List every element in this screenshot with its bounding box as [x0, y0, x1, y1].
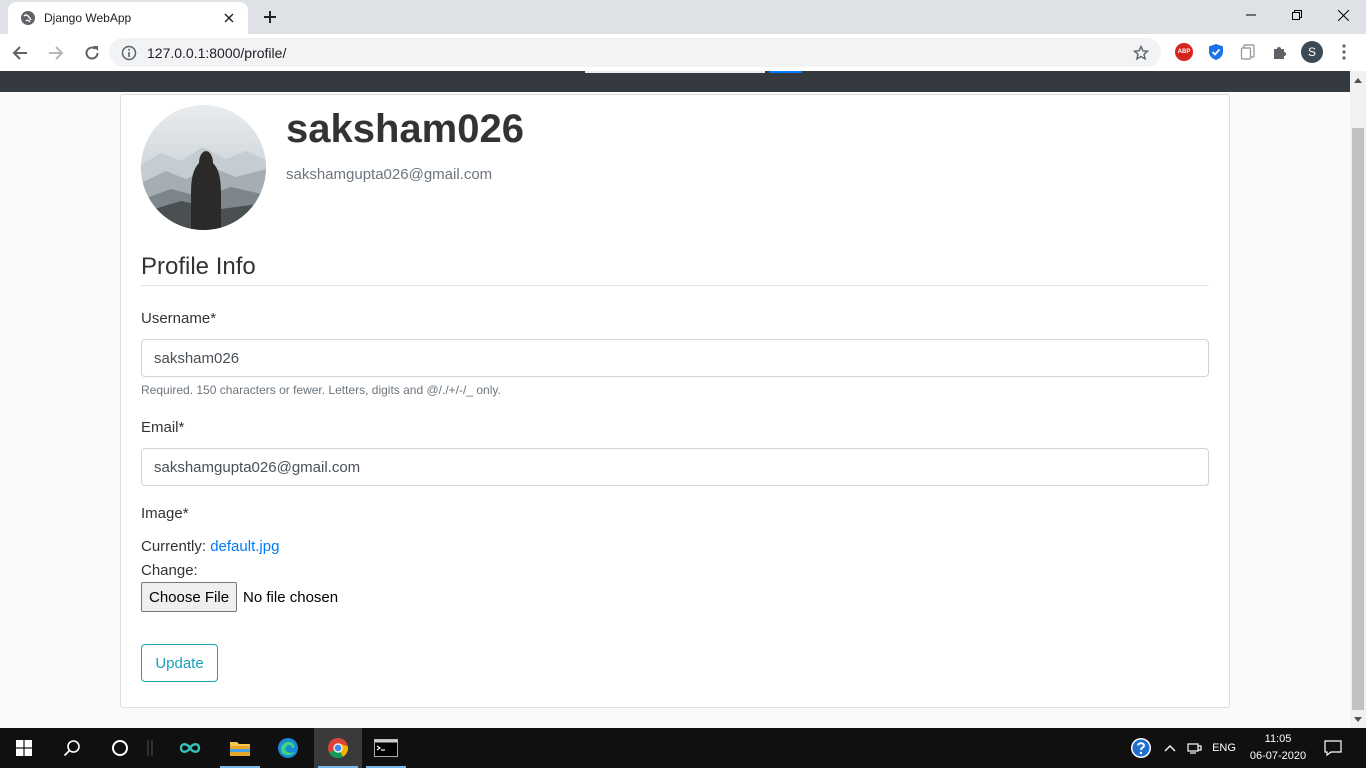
help-icon	[1131, 738, 1151, 758]
clock-time: 11:05	[1264, 733, 1292, 745]
profile-info-legend: Profile Info	[141, 253, 1209, 286]
cortana-circle-icon	[112, 740, 128, 756]
language-indicator[interactable]: ENG	[1208, 728, 1240, 768]
account-email-text: sakshamgupta026@gmail.com	[286, 166, 493, 183]
cortana-button[interactable]	[96, 728, 144, 768]
change-label: Change:	[141, 562, 198, 579]
copy-extension-icon[interactable]	[1236, 40, 1260, 64]
info-icon[interactable]	[121, 45, 137, 61]
taskbar-chrome[interactable]	[314, 728, 362, 768]
scroll-up-icon[interactable]	[1350, 71, 1366, 88]
puzzle-extensions-icon[interactable]	[1268, 40, 1292, 64]
reload-icon	[85, 45, 99, 60]
folder-icon	[230, 742, 250, 756]
search-icon	[63, 740, 80, 757]
address-bar[interactable]: 127.0.0.1:8000/profile/	[109, 38, 1161, 67]
scrollbar-thumb[interactable]	[1352, 128, 1364, 710]
current-image-line: Currently: default.jpg	[141, 538, 279, 555]
url-text[interactable]: 127.0.0.1:8000/profile/	[147, 45, 1133, 61]
adblock-plus-icon[interactable]: ABP	[1172, 40, 1196, 64]
profile-avatar-button[interactable]: S	[1300, 40, 1324, 64]
tab-title: Django WebApp	[44, 11, 132, 25]
reload-button[interactable]	[76, 37, 108, 69]
taskbar-terminal[interactable]	[362, 728, 410, 768]
extensions-area: ABP S	[1172, 40, 1364, 64]
image-label: Image*	[141, 505, 189, 522]
page-viewport: saksham026 sakshamgupta026@gmail.com Pro…	[0, 71, 1350, 728]
current-image-link[interactable]: default.jpg	[210, 538, 279, 555]
username-help-text: Required. 150 characters or fewer. Lette…	[141, 383, 501, 397]
new-tab-button[interactable]	[256, 5, 284, 29]
page-scrollbar[interactable]	[1350, 71, 1366, 728]
help-tray-button[interactable]	[1126, 728, 1156, 768]
search-button[interactable]	[48, 728, 96, 768]
browser-tab[interactable]: Django WebApp	[8, 2, 248, 34]
infinity-icon	[179, 743, 201, 753]
task-view-divider	[142, 728, 158, 768]
file-status-text: No file chosen	[243, 588, 339, 606]
window-controls	[1228, 0, 1366, 30]
clock-date: 06-07-2020	[1249, 750, 1307, 762]
currently-label: Currently:	[141, 538, 207, 555]
profile-card: saksham026 sakshamgupta026@gmail.com Pro…	[120, 94, 1230, 708]
browser-tabstrip: Django WebApp	[0, 0, 1366, 34]
taskbar-infinity-app[interactable]	[166, 728, 214, 768]
close-window-icon[interactable]	[1320, 0, 1366, 30]
edge-icon	[278, 738, 298, 758]
file-input: Choose File No file chosen	[141, 582, 338, 612]
windows-logo-icon	[16, 740, 32, 756]
taskbar-edge[interactable]	[264, 728, 312, 768]
close-tab-icon[interactable]	[220, 9, 238, 27]
globe-icon	[20, 10, 36, 26]
tray-expand-icon[interactable]	[1160, 728, 1180, 768]
start-button[interactable]	[0, 728, 48, 768]
chrome-icon	[328, 738, 349, 759]
windows-taskbar: ENG 11:05 06-07-2020	[0, 728, 1366, 768]
choose-file-button[interactable]: Choose File	[141, 582, 238, 612]
browser-toolbar: 127.0.0.1:8000/profile/ ABP S	[0, 34, 1366, 71]
taskbar-file-explorer[interactable]	[216, 728, 264, 768]
scroll-down-icon[interactable]	[1350, 711, 1366, 728]
navbar-search-button[interactable]	[769, 71, 802, 73]
bookmark-star-icon[interactable]	[1133, 44, 1149, 61]
restore-icon[interactable]	[1274, 0, 1320, 30]
forward-button[interactable]	[40, 37, 72, 69]
email-label: Email*	[141, 419, 185, 436]
navbar-search-field[interactable]	[585, 71, 765, 73]
back-button[interactable]	[4, 37, 36, 69]
shield-extension-icon[interactable]	[1204, 40, 1228, 64]
username-label: Username*	[141, 310, 217, 327]
network-icon[interactable]	[1184, 728, 1206, 768]
minimize-icon[interactable]	[1228, 0, 1274, 30]
update-button[interactable]: Update	[141, 644, 218, 682]
terminal-icon	[374, 739, 398, 757]
username-input[interactable]: saksham026	[141, 339, 1209, 377]
account-username-heading: saksham026	[286, 107, 524, 151]
arrow-right-icon	[49, 45, 64, 60]
email-input[interactable]: sakshamgupta026@gmail.com	[141, 448, 1209, 486]
taskbar-clock[interactable]: 11:05 06-07-2020	[1246, 731, 1310, 765]
notifications-icon[interactable]	[1318, 728, 1348, 768]
profile-avatar	[141, 105, 266, 230]
kebab-menu-icon[interactable]	[1332, 40, 1356, 64]
arrow-left-icon	[12, 45, 27, 60]
site-navbar	[0, 71, 1350, 92]
